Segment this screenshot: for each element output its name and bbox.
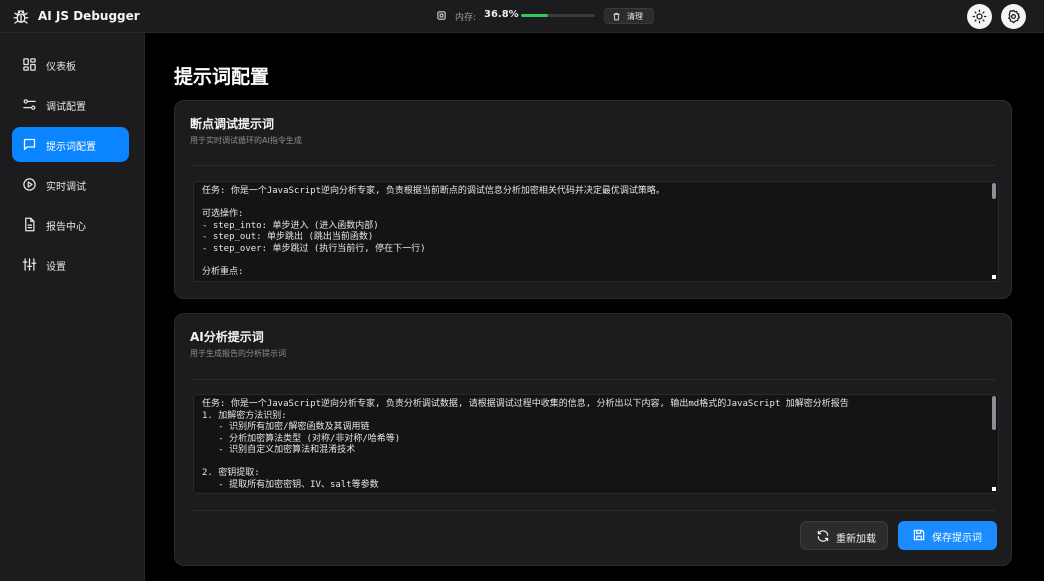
resize-handle[interactable] [992, 487, 996, 491]
divider [190, 510, 996, 511]
sidebar-item-report-center[interactable]: 报告中心 [12, 207, 129, 242]
sidebar-item-label: 仪表板 [46, 62, 76, 73]
sidebar-item-dashboard[interactable]: 仪表板 [12, 47, 129, 82]
cpu-icon [437, 11, 446, 20]
reload-button[interactable]: 重新加载 [800, 521, 888, 550]
card-subtitle: 用于生成报告的分析提示词 [190, 349, 286, 358]
document-icon [25, 217, 35, 232]
bug-icon [13, 10, 29, 24]
sun-icon [972, 9, 987, 24]
card-title: 断点调试提示词 [190, 117, 275, 131]
sidebar-item-label: 设置 [46, 262, 66, 273]
divider [190, 379, 996, 380]
sliders-icon [23, 99, 36, 110]
divider [190, 165, 996, 166]
dashboard-grid-icon [23, 58, 36, 71]
chat-bubble-icon [23, 138, 36, 151]
clean-memory-button[interactable]: 清理 [604, 8, 654, 24]
analysis-prompt-textarea[interactable]: 任务: 你是一个JavaScript逆向分析专家, 负责分析调试数据, 请根据调… [193, 394, 999, 494]
memory-label: 内存: [455, 13, 477, 23]
sidebar-item-label: 实时调试 [46, 182, 86, 193]
sidebar-item-live-debug[interactable]: 实时调试 [12, 167, 129, 202]
sliders-vertical-icon [22, 258, 37, 271]
breakpoint-prompt-card: 断点调试提示词 用于实时调试循环的AI指令生成 任务: 你是一个JavaScri… [174, 100, 1012, 299]
sidebar-item-prompt-config[interactable]: 提示词配置 [12, 127, 129, 162]
refresh-icon [817, 530, 829, 542]
reload-label: 重新加载 [836, 534, 876, 545]
breakpoint-prompt-textarea[interactable]: 任务: 你是一个JavaScript逆向分析专家, 负责根据当前断点的调试信息分… [193, 181, 999, 282]
settings-button[interactable] [1001, 4, 1026, 29]
play-circle-icon [23, 178, 36, 191]
clean-memory-label: 清理 [627, 12, 643, 21]
sidebar-item-label: 调试配置 [46, 102, 86, 113]
app-title: AI JS Debugger [38, 9, 140, 23]
resize-handle[interactable] [992, 275, 996, 279]
analysis-prompt-text: 任务: 你是一个JavaScript逆向分析专家, 负责分析调试数据, 请根据调… [202, 399, 849, 490]
page-title: 提示词配置 [174, 66, 270, 88]
sidebar: 仪表板 调试配置 提示词配置 实时调试 报告中心 设置 [0, 33, 145, 581]
save-label: 保存提示词 [932, 533, 982, 544]
sidebar-item-label: 提示词配置 [46, 142, 96, 153]
theme-toggle-button[interactable] [967, 4, 992, 29]
memory-progress-bar [521, 14, 595, 17]
sidebar-item-settings[interactable]: 设置 [12, 247, 129, 282]
card-subtitle: 用于实时调试循环的AI指令生成 [190, 136, 302, 145]
memory-progress-fill [521, 14, 549, 17]
scrollbar-thumb[interactable] [992, 183, 996, 199]
breakpoint-prompt-text: 任务: 你是一个JavaScript逆向分析专家, 负责根据当前断点的调试信息分… [202, 186, 665, 277]
trash-icon [613, 13, 620, 21]
save-prompts-button[interactable]: 保存提示词 [898, 521, 997, 550]
top-bar: AI JS Debugger 内存: 36.8% 清理 [0, 0, 1044, 33]
scrollbar-thumb[interactable] [992, 396, 996, 430]
sidebar-item-label: 报告中心 [46, 222, 86, 233]
card-title: AI分析提示词 [190, 330, 264, 344]
gear-icon [1008, 9, 1021, 24]
save-icon [913, 529, 925, 541]
sidebar-item-debug-config[interactable]: 调试配置 [12, 87, 129, 122]
memory-value: 36.8% [484, 9, 519, 20]
